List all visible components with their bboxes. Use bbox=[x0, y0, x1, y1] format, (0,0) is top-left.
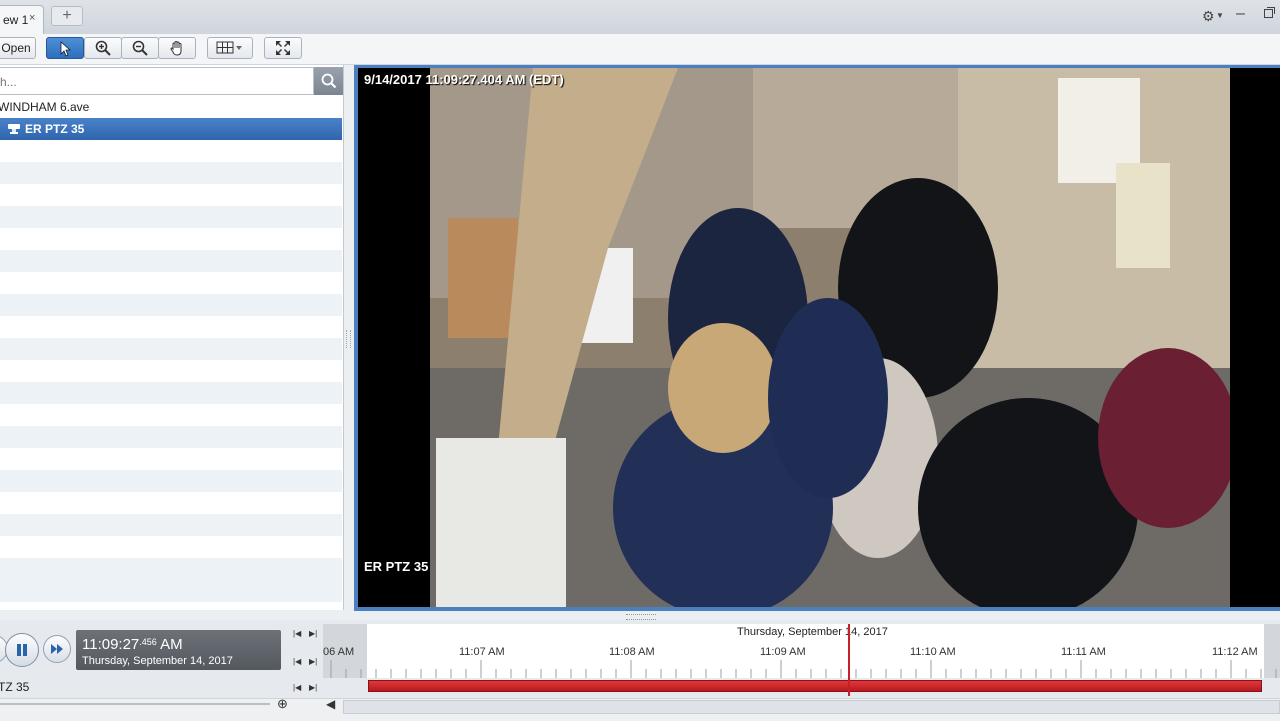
timeline-tick-label: 11:08 AM bbox=[609, 646, 655, 658]
add-tab-button[interactable]: + bbox=[51, 6, 83, 26]
chevron-down-icon[interactable]: ▼ bbox=[1216, 11, 1224, 20]
scroll-left-icon[interactable]: ◀ bbox=[326, 697, 335, 711]
gear-icon[interactable]: ⚙ bbox=[1202, 8, 1215, 25]
empty-row bbox=[0, 558, 342, 580]
empty-row bbox=[0, 514, 342, 536]
search-box bbox=[0, 67, 314, 95]
skip-end-icon[interactable]: ▶| bbox=[309, 629, 317, 638]
empty-row bbox=[0, 294, 342, 316]
video-camera-label: ER PTZ 35 bbox=[364, 559, 429, 574]
pan-button[interactable] bbox=[158, 37, 196, 59]
video-timestamp-overlay: 9/14/2017 11:09:27.404 AM (EDT) bbox=[364, 72, 564, 87]
zoom-in-button[interactable] bbox=[84, 37, 122, 59]
tree-item-label: WINDHAM 6.ave bbox=[0, 100, 90, 114]
skip-start-icon[interactable]: |◀ bbox=[293, 683, 301, 692]
timeline-tick-label: 11:10 AM bbox=[910, 646, 956, 658]
track-camera-label: TZ 35 bbox=[0, 680, 30, 694]
empty-row bbox=[0, 162, 342, 184]
minimize-button[interactable]: – bbox=[1236, 5, 1245, 23]
tab-label: ew 1 bbox=[3, 13, 29, 27]
empty-row bbox=[0, 426, 342, 448]
tree-item-camera[interactable]: ER PTZ 35 bbox=[0, 118, 342, 140]
camera-tree-panel: WINDHAM 6.ave ER PTZ 35 bbox=[0, 65, 344, 610]
recording-track[interactable] bbox=[368, 680, 1262, 692]
timeline-tick-label: 06 AM bbox=[323, 646, 355, 658]
empty-row bbox=[0, 470, 342, 492]
select-tool-button[interactable] bbox=[46, 37, 84, 59]
empty-row bbox=[0, 580, 342, 602]
zoom-out-icon bbox=[132, 40, 148, 56]
empty-row bbox=[0, 382, 342, 404]
tab-close-icon[interactable]: × bbox=[29, 12, 35, 24]
skip-end-icon[interactable]: ▶| bbox=[309, 683, 317, 692]
camera-frame-image bbox=[358, 68, 1280, 607]
timeline-tick-label: 11:09 AM bbox=[760, 646, 806, 658]
grid-layout-icon bbox=[216, 41, 242, 54]
pointer-icon bbox=[60, 41, 72, 57]
current-time: 11:09:27.456 AM bbox=[82, 636, 183, 653]
panel-splitter[interactable] bbox=[346, 330, 351, 348]
empty-row bbox=[0, 250, 342, 272]
skip-start-icon[interactable]: |◀ bbox=[293, 629, 301, 638]
search-input[interactable] bbox=[0, 72, 301, 92]
time-milliseconds: .456 bbox=[139, 637, 157, 647]
timeline-tick-label: 11:07 AM bbox=[459, 646, 505, 658]
open-button[interactable]: Open bbox=[0, 37, 36, 59]
time-ampm: AM bbox=[160, 636, 183, 653]
playhead-cursor[interactable] bbox=[848, 624, 850, 696]
fullscreen-icon bbox=[276, 41, 290, 55]
timeline-date: Thursday, September 14, 2017 bbox=[737, 626, 888, 638]
fast-forward-button[interactable] bbox=[43, 635, 71, 663]
zoom-in-icon bbox=[95, 40, 111, 56]
layout-button[interactable] bbox=[207, 37, 253, 59]
skip-start-icon[interactable]: |◀ bbox=[293, 657, 301, 666]
tree-item-site[interactable]: WINDHAM 6.ave bbox=[0, 96, 342, 118]
current-date: Thursday, September 14, 2017 bbox=[82, 655, 233, 667]
current-time-display: 11:09:27.456 AM Thursday, September 14, … bbox=[76, 630, 281, 670]
fullscreen-button[interactable] bbox=[264, 37, 302, 59]
timeline-ticks bbox=[330, 660, 1277, 678]
fast-forward-icon bbox=[51, 644, 63, 654]
empty-row bbox=[0, 206, 342, 228]
hand-icon bbox=[170, 40, 182, 56]
tab-view-1[interactable]: ew 1 × bbox=[0, 5, 44, 34]
tab-bar: ew 1 × + ⚙ ▼ – bbox=[0, 0, 1280, 35]
toolbar: Open bbox=[0, 34, 1280, 65]
timeline-tick-label: 11:11 AM bbox=[1061, 646, 1106, 658]
zoom-out-button[interactable] bbox=[121, 37, 159, 59]
timeline-zoom-slider[interactable] bbox=[0, 703, 270, 705]
skip-end-icon[interactable]: ▶| bbox=[309, 657, 317, 666]
search-icon bbox=[321, 73, 337, 89]
time-value: 11:09:27 bbox=[82, 636, 140, 653]
timeline-tick-label: 11:12 AM bbox=[1212, 646, 1258, 658]
timeline-scrollbar[interactable] bbox=[343, 700, 1280, 714]
ptz-camera-icon bbox=[8, 124, 20, 134]
zoom-in-icon[interactable]: ⊕ bbox=[277, 696, 288, 712]
empty-row bbox=[0, 338, 342, 360]
tree-item-label: ER PTZ 35 bbox=[25, 122, 85, 136]
search-button[interactable] bbox=[314, 67, 343, 95]
video-viewport[interactable]: 9/14/2017 11:09:27.404 AM (EDT) ER PTZ 3… bbox=[358, 68, 1280, 607]
playback-panel: 11:09:27.456 AM Thursday, September 14, … bbox=[0, 620, 1280, 721]
pause-button[interactable] bbox=[5, 633, 39, 667]
restore-icon[interactable] bbox=[1264, 7, 1275, 18]
